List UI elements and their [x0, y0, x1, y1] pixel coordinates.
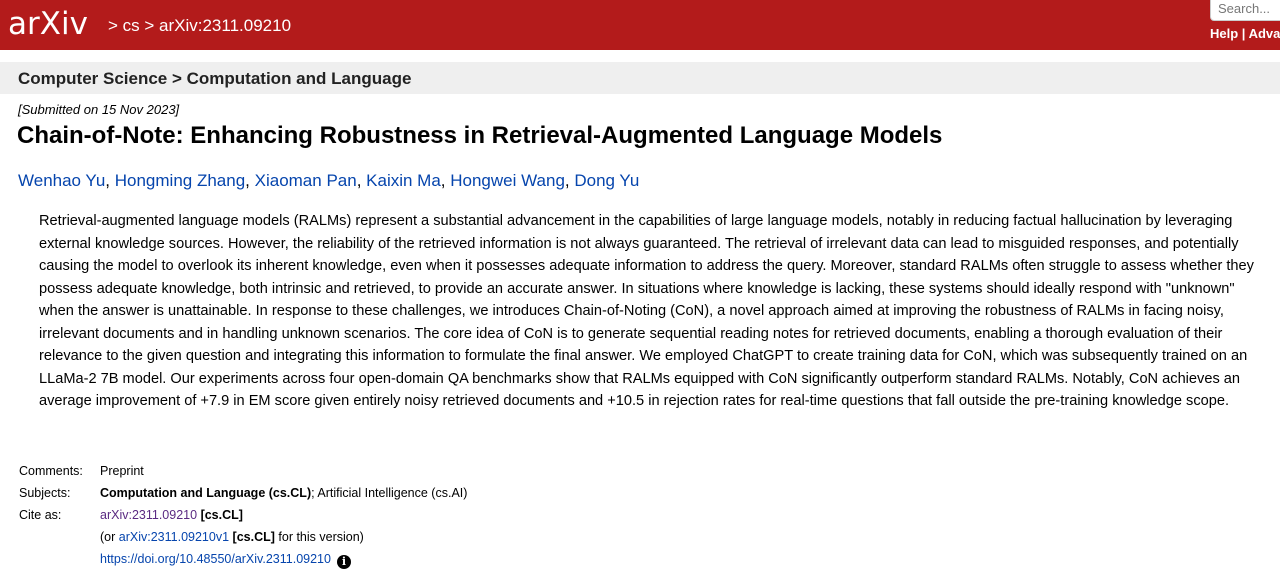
author-list: Wenhao Yu, Hongming Zhang, Xiaoman Pan, … — [18, 171, 640, 190]
author-link[interactable]: Hongwei Wang — [450, 171, 565, 190]
comments-label: Comments: — [19, 464, 83, 478]
author-link[interactable]: Kaixin Ma — [366, 171, 441, 190]
info-icon[interactable]: i — [336, 555, 351, 569]
doi-value: https://doi.org/10.48550/arXiv.2311.0921… — [100, 548, 351, 570]
primary-subject: Computation and Language (cs.CL) — [100, 486, 312, 500]
cite-category: [cs.CL] — [200, 508, 243, 522]
search-input[interactable]: Search... — [1210, 0, 1280, 21]
breadcrumb[interactable]: > cs > arXiv:2311.09210 — [108, 16, 291, 36]
category-bar: Computer Science > Computation and Langu… — [0, 62, 1280, 94]
help-link[interactable]: Help — [1210, 26, 1238, 41]
cite-value: arXiv:2311.09210 [cs.CL] — [100, 504, 243, 526]
secondary-subject: ; Artificial Intelligence (cs.AI) — [311, 486, 468, 500]
subjects-label: Subjects: — [19, 486, 71, 500]
author-link[interactable]: Dong Yu — [574, 171, 639, 190]
comments-value: Preprint — [100, 464, 144, 478]
cite-version-category: [cs.CL] — [232, 530, 275, 544]
cite-version-link[interactable]: arXiv:2311.09210v1 — [119, 530, 229, 544]
doi-link[interactable]: https://doi.org/10.48550/arXiv.2311.0921… — [100, 552, 331, 566]
subjects-value: Computation and Language (cs.CL); Artifi… — [100, 482, 467, 504]
category-heading: Computer Science > Computation and Langu… — [18, 69, 412, 88]
cite-label: Cite as: — [19, 508, 62, 522]
arxiv-logo[interactable]: arXiv — [8, 6, 88, 42]
abstract-text: Retrieval-augmented language models (RAL… — [39, 213, 1254, 409]
help-separator: | — [1241, 26, 1246, 41]
author-link[interactable]: Hongming Zhang — [115, 171, 245, 190]
cite-version-value: (or arXiv:2311.09210v1 [cs.CL] for this … — [100, 530, 364, 544]
cite-link[interactable]: arXiv:2311.09210 — [100, 508, 197, 522]
author-link[interactable]: Wenhao Yu — [18, 171, 105, 190]
author-link[interactable]: Xiaoman Pan — [255, 171, 357, 190]
site-header: arXiv > cs > arXiv:2311.09210 Search... … — [0, 0, 1280, 50]
submission-date: [Submitted on 15 Nov 2023] — [18, 102, 180, 117]
help-links: Help | Adva — [1210, 26, 1280, 41]
paper-title: Chain-of-Note: Enhancing Robustness in R… — [17, 122, 943, 149]
advanced-search-link[interactable]: Adva — [1249, 26, 1280, 41]
